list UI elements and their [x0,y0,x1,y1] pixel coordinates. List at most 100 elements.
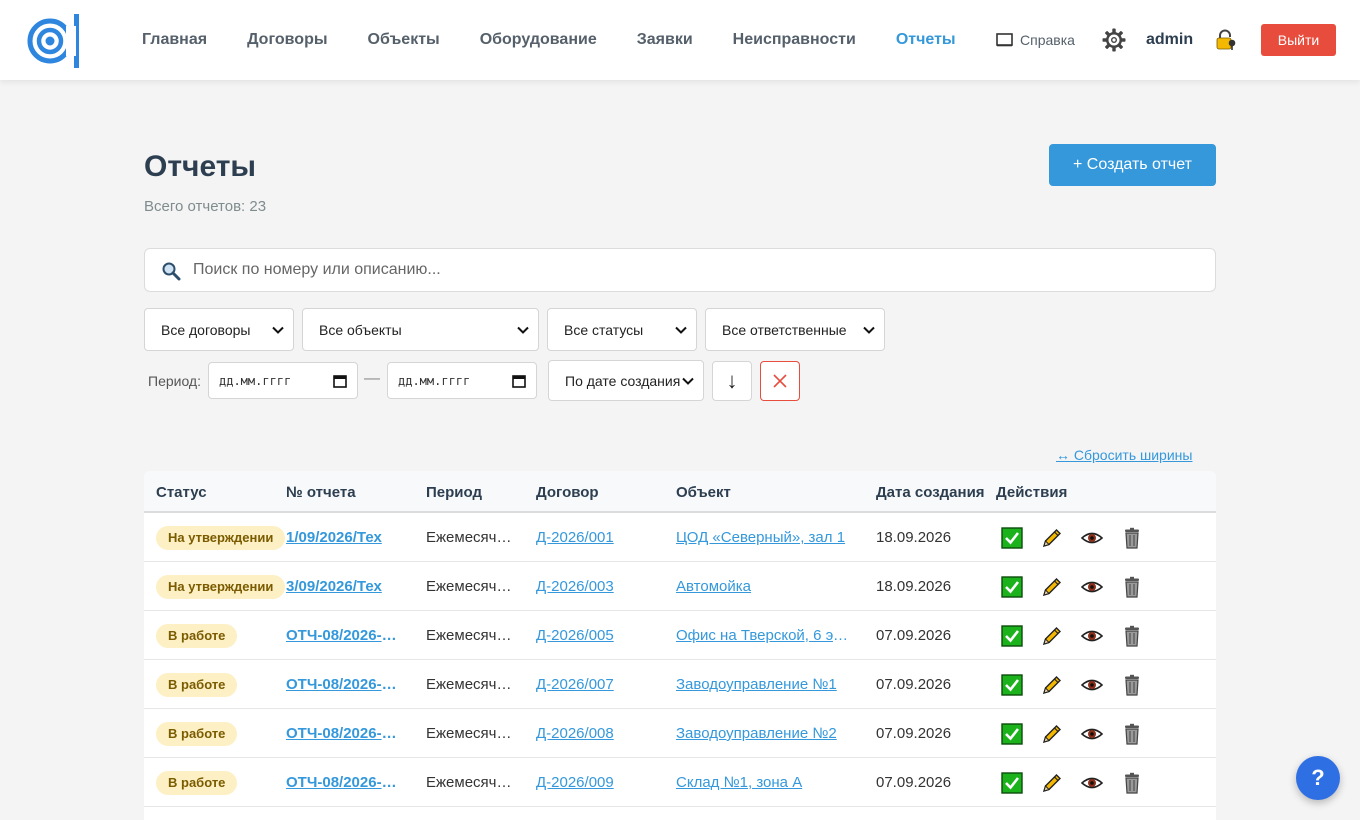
page-title: Отчеты [144,150,257,183]
nav-equipment[interactable]: Оборудование [480,31,597,49]
view-icon[interactable] [1080,527,1104,549]
report-period: Ежемесячный [426,578,514,595]
chevron-down-icon [675,326,687,334]
report-period: Ежемесячный [426,529,514,546]
created-date: 07.09.2026 [876,627,952,644]
gear-icon[interactable] [1102,28,1126,52]
object-link[interactable]: ЦОД «Северный», зал 1 [676,529,854,546]
status-badge: В работе [156,771,238,795]
report-number-link[interactable]: 1/09/2026/Тех [286,529,404,546]
approve-icon[interactable] [1001,576,1023,598]
report-number-link[interactable]: ОТЧ-08/2026-008 [286,725,404,742]
create-report-button[interactable]: + Создать отчет [1049,144,1216,186]
created-date: 07.09.2026 [876,774,952,791]
lock-icon[interactable] [1215,29,1237,51]
nav-home[interactable]: Главная [142,31,207,49]
column-header-contract[interactable]: Договор [536,484,599,501]
contract-link[interactable]: Д-2026/001 [536,529,656,546]
trash-icon[interactable] [1121,674,1143,696]
view-icon[interactable] [1080,625,1104,647]
edit-icon[interactable] [1041,723,1063,745]
edit-icon[interactable] [1041,625,1063,647]
report-number-link[interactable]: ОТЧ-08/2026-007 [286,676,404,693]
book-icon [996,33,1013,47]
nav-requests[interactable]: Заявки [637,31,693,49]
edit-icon[interactable] [1041,674,1063,696]
contract-link[interactable]: Д-2026/008 [536,725,656,742]
table-header: Статус № отчета Период Договор Объект Да… [144,471,1216,513]
date-from-input[interactable]: дд.мм.гггг [208,362,358,399]
object-link[interactable]: Автомойка [676,578,854,595]
report-period: Ежемесячный [426,676,514,693]
object-link[interactable]: Склад №1, зона А [676,774,854,791]
help-fab-button[interactable]: ? [1296,756,1340,800]
created-date: 07.09.2026 [876,725,952,742]
column-header-status[interactable]: Статус [156,484,207,501]
report-number-link[interactable]: 3/09/2026/Тех [286,578,404,595]
sort-direction-button[interactable]: ↓ [712,361,752,401]
date-to-input[interactable]: дд.мм.гггг [387,362,537,399]
sort-by-select[interactable]: По дате создания [548,360,704,401]
responsible-filter-select[interactable]: Все ответственные [705,308,885,351]
reset-widths-link[interactable]: ↔ Сбросить ширины [1056,447,1192,463]
column-header-actions: Действия [996,484,1068,501]
logout-button[interactable]: Выйти [1261,24,1336,56]
nav-reports[interactable]: Отчеты [896,31,956,49]
contract-link[interactable]: Д-2026/003 [536,578,656,595]
statuses-filter-select[interactable]: Все статусы [547,308,697,351]
trash-icon[interactable] [1121,723,1143,745]
trash-icon[interactable] [1121,576,1143,598]
report-period: Ежемесячный [426,627,514,644]
edit-icon[interactable] [1041,527,1063,549]
search-icon [162,262,181,281]
approve-icon[interactable] [1001,527,1023,549]
contracts-filter-select[interactable]: Все договоры [144,308,294,351]
view-icon[interactable] [1080,723,1104,745]
object-link[interactable]: Заводоуправление №1 [676,676,854,693]
period-label: Период: [148,373,201,389]
contract-link[interactable]: Д-2026/005 [536,627,656,644]
nav-faults[interactable]: Неисправности [733,31,856,49]
table-row: В работе ОТЧ-08/2026-008 Ежемесячный Д-2026… [144,709,1216,758]
nav-contracts[interactable]: Договоры [247,31,327,49]
approve-icon[interactable] [1001,625,1023,647]
approve-icon[interactable] [1001,772,1023,794]
help-link[interactable]: Справка [996,32,1075,48]
report-number-link[interactable]: ОТЧ-08/2026-005 [286,627,404,644]
report-period: Ежемесячный [426,725,514,742]
edit-icon[interactable] [1041,576,1063,598]
edit-icon[interactable] [1041,772,1063,794]
contract-link[interactable]: Д-2026/007 [536,676,656,693]
calendar-icon[interactable] [512,374,526,388]
table-row: В работе ОТЧ-08/2026-005 Ежемесячный Д-2026… [144,611,1216,660]
column-header-number[interactable]: № отчета [286,484,356,501]
view-icon[interactable] [1080,576,1104,598]
created-date: 18.09.2026 [876,529,952,546]
column-header-object[interactable]: Объект [676,484,731,501]
column-header-period[interactable]: Период [426,484,482,501]
approve-icon[interactable] [1001,674,1023,696]
search-input[interactable] [193,249,1203,291]
trash-icon[interactable] [1121,772,1143,794]
created-date: 18.09.2026 [876,578,952,595]
date-to-placeholder: дд.мм.гггг [398,373,471,388]
reports-table: Статус № отчета Период Договор Объект Да… [144,471,1216,820]
calendar-icon[interactable] [333,374,347,388]
clear-filters-button[interactable] [760,361,800,401]
view-icon[interactable] [1080,772,1104,794]
trash-icon[interactable] [1121,625,1143,647]
contract-link[interactable]: Д-2026/009 [536,774,656,791]
object-link[interactable]: Заводоуправление №2 [676,725,854,742]
column-header-created[interactable]: Дата создания [876,484,985,501]
view-icon[interactable] [1080,674,1104,696]
chevron-down-icon [272,326,284,334]
report-number-link[interactable]: ОТЧ-08/2026-009 [286,774,404,791]
objects-filter-value: Все объекты [319,321,402,338]
nav-objects[interactable]: Объекты [368,31,440,49]
approve-icon[interactable] [1001,723,1023,745]
trash-icon[interactable] [1121,527,1143,549]
logo-icon[interactable] [26,12,84,70]
object-link[interactable]: Офис на Тверской, 6 этаж [676,627,854,644]
objects-filter-select[interactable]: Все объекты [302,308,539,351]
chevron-down-icon [517,326,529,334]
